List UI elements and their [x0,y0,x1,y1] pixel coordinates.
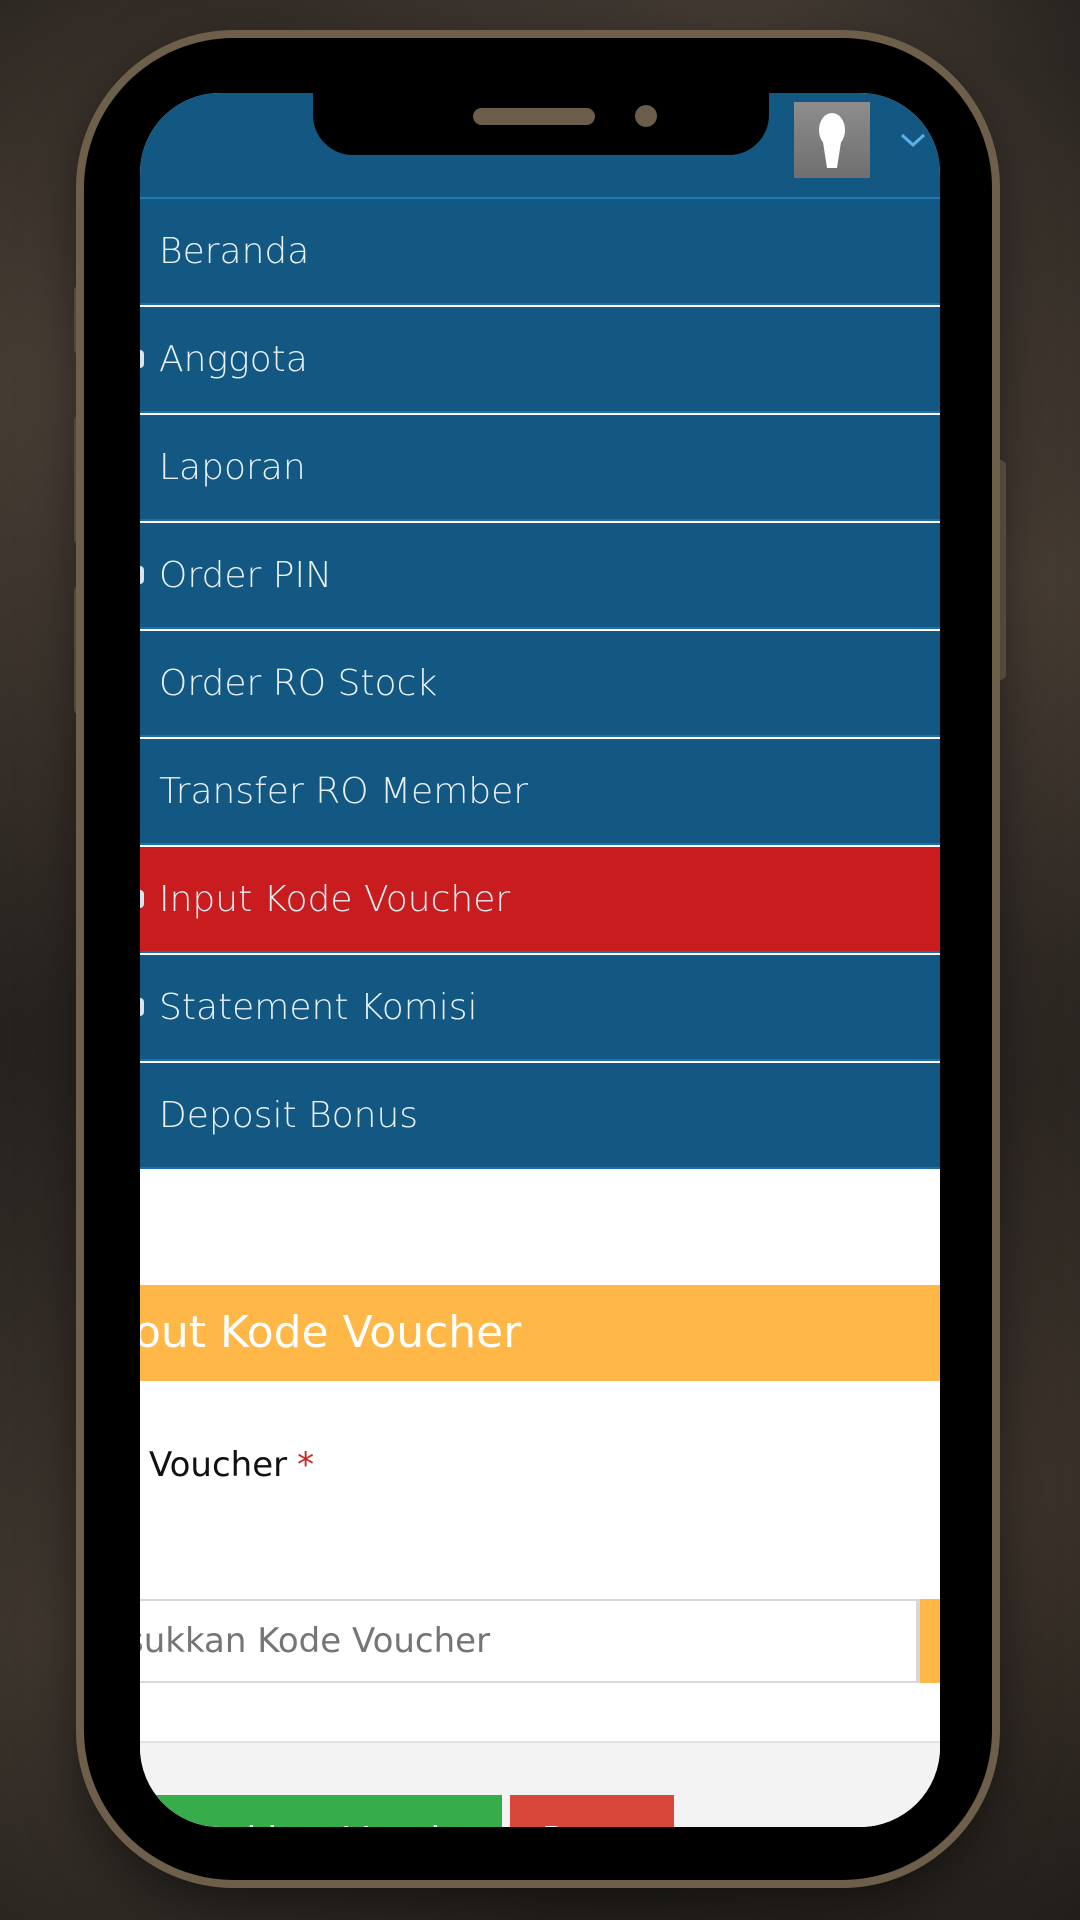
speaker-grille [473,108,595,125]
voucher-code-input[interactable] [140,1599,918,1683]
front-camera [635,105,657,127]
sidebar-item-statement-komisi[interactable]: Statement Komisi [140,955,940,1061]
voucher-form-panel: out Kode Voucher Voucher* Masukkan Vouch… [140,1205,940,1827]
sidebar-item-laporan[interactable]: Laporan [140,415,940,521]
submit-voucher-button[interactable]: Masukkan Voucher [140,1795,502,1827]
sidebar-item-label: Transfer RO Member [159,770,529,812]
collapse-indicator-icon [140,890,144,908]
sidebar-item-label: Beranda [159,230,310,272]
required-mark: * [297,1445,315,1485]
sidebar-item-order-pin[interactable]: Order PIN [140,523,940,629]
voucher-label-text: Voucher [149,1445,288,1485]
avatar[interactable] [794,102,870,178]
sidebar-item-label: Statement Komisi [159,986,478,1028]
collapse-indicator-icon [140,998,144,1016]
sidebar-item-label: Laporan [159,446,306,488]
sidebar-item-label: Deposit Bonus [159,1094,419,1136]
sidebar-item-label: Input Kode Voucher [159,878,511,920]
sidebar-item-anggota[interactable]: Anggota [140,307,940,413]
reset-button[interactable]: Reset [510,1795,674,1827]
sidebar-item-label: Order RO Stock [159,662,438,704]
sidebar-item-transfer-ro-member[interactable]: Transfer RO Member [140,739,940,845]
chevron-down-icon[interactable] [900,123,926,155]
user-silhouette-icon [819,113,845,168]
panel-title: out Kode Voucher [140,1285,940,1381]
voucher-field-label: Voucher * [149,1445,314,1485]
sidebar-item-input-kode-voucher[interactable]: Input Kode Voucher [140,847,940,953]
sidebar-item-deposit-bonus[interactable]: Deposit Bonus [140,1063,940,1169]
sidebar-item-label: Order PIN [159,554,333,596]
sidebar-item-label: Anggota [159,338,308,380]
sidebar-menu: Beranda Anggota Laporan Order PIN Order … [140,199,940,1171]
input-addon [918,1599,940,1683]
collapse-indicator-icon [140,350,144,368]
phone-notch [313,93,769,155]
collapse-indicator-icon [140,566,144,584]
phone-screen: Beranda Anggota Laporan Order PIN Order … [140,93,940,1827]
sidebar-item-order-ro-stock[interactable]: Order RO Stock [140,631,940,737]
phone-power-button [994,460,1006,680]
sidebar-item-beranda[interactable]: Beranda [140,199,940,305]
